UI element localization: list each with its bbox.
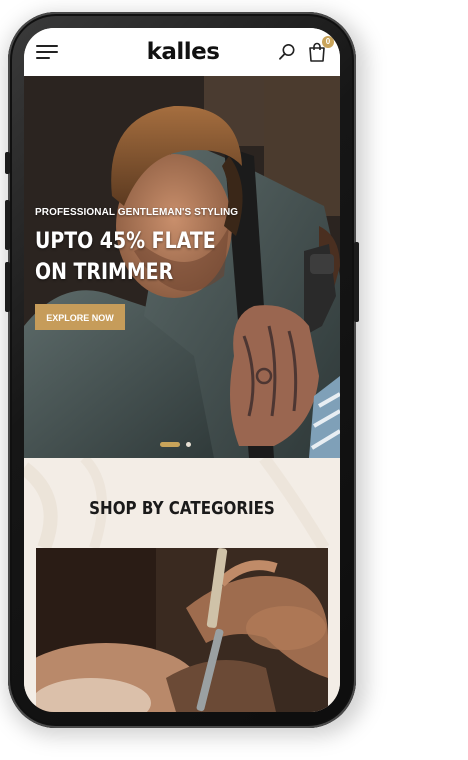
slider-dot-active[interactable]	[160, 442, 180, 447]
phone-power-button	[354, 242, 359, 322]
hero-title-line-1: UPTO 45% FLATE	[35, 229, 216, 254]
cart-button[interactable]: 0	[308, 36, 334, 62]
cart-count-badge: 0	[322, 36, 334, 48]
category-photo	[36, 548, 328, 712]
shop-by-categories-section: SHOP BY CATEGORIES	[24, 458, 340, 712]
hero-title-line-2: ON TRIMMER	[35, 260, 174, 285]
explore-now-button[interactable]: EXPLORE NOW	[35, 304, 125, 330]
phone-mute-switch	[5, 152, 10, 174]
hero-banner: PROFESSIONAL GENTLEMAN'S STYLING UPTO 45…	[24, 76, 340, 458]
brand-logo[interactable]: kalles	[147, 39, 220, 65]
hero-slider-dots	[160, 442, 191, 447]
hamburger-menu-icon[interactable]	[36, 45, 58, 59]
mockup-stage: kalles 0 PROFESSIONAL GENTLEMAN'S STYLIN…	[0, 0, 468, 760]
header-actions: 0	[278, 36, 334, 62]
phone-volume-down-button	[5, 262, 10, 312]
hero-eyebrow-text: PROFESSIONAL GENTLEMAN'S STYLING	[35, 207, 239, 218]
search-icon[interactable]	[278, 43, 296, 61]
category-image-barber-shave[interactable]	[36, 548, 328, 712]
section-title: SHOP BY CATEGORIES	[89, 498, 275, 519]
phone-volume-up-button	[5, 200, 10, 250]
site-header: kalles 0	[24, 28, 340, 76]
slider-dot[interactable]	[186, 442, 191, 447]
hero-title: UPTO 45% FLATE ON TRIMMER	[35, 226, 216, 288]
phone-screen: kalles 0 PROFESSIONAL GENTLEMAN'S STYLIN…	[24, 28, 340, 712]
